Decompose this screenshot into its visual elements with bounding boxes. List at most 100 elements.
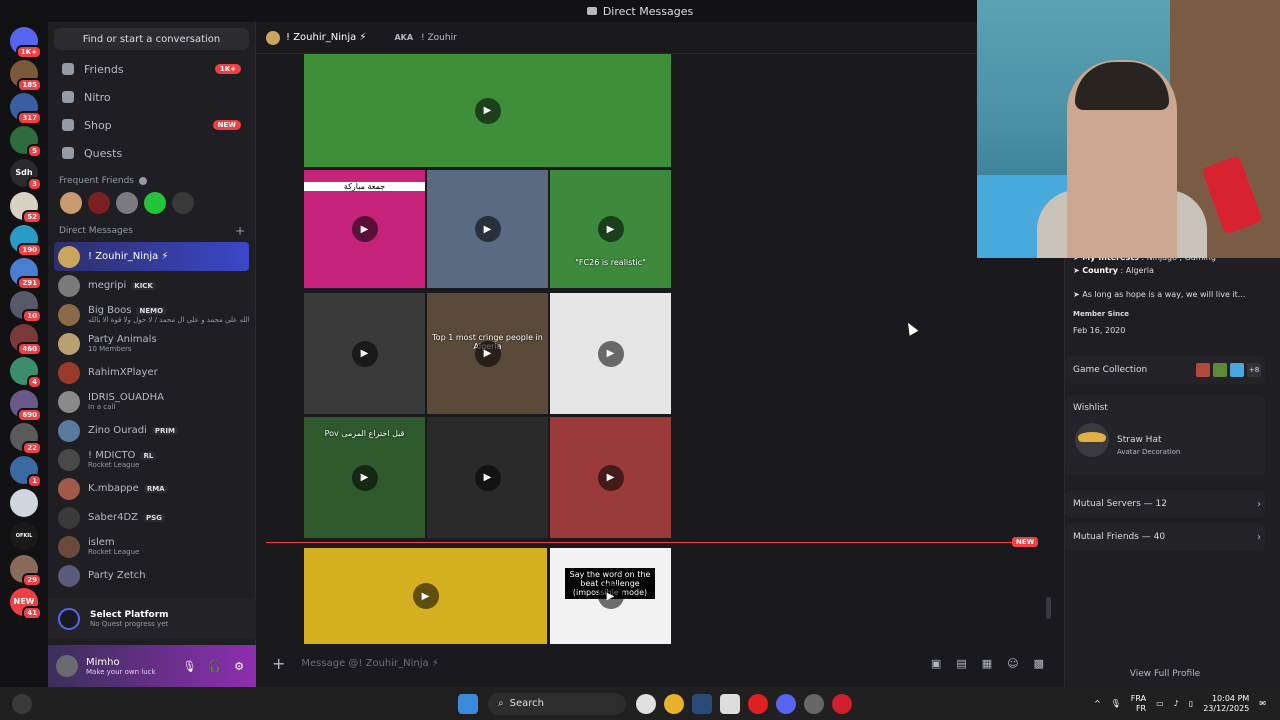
nav-item-quests[interactable]: Quests xyxy=(54,140,249,166)
video-attachment[interactable]: Pov قبل اختراع المرمى ▶ xyxy=(304,417,425,538)
avatar[interactable] xyxy=(172,192,194,214)
server-icon[interactable]: 317 xyxy=(10,93,42,125)
server-icon[interactable]: 690 xyxy=(10,390,42,422)
server-icon[interactable]: 10 xyxy=(10,291,42,323)
avatar[interactable] xyxy=(116,192,138,214)
play-icon[interactable]: ▶ xyxy=(597,583,624,609)
server-icon[interactable]: NEW 41 xyxy=(10,588,42,620)
dm-item[interactable]: Party Animals 10 Members xyxy=(54,329,249,358)
video-attachment[interactable]: ▶ xyxy=(427,170,548,288)
dm-item[interactable]: RahimXPlayer xyxy=(54,358,249,387)
dm-item[interactable]: ! Zouhir_Ninja ⚡ xyxy=(54,242,249,271)
opera-icon[interactable] xyxy=(748,693,768,714)
mutual-friends-row[interactable]: Mutual Friends — 40 › xyxy=(1065,523,1265,551)
find-conversation-button[interactable]: Find or start a conversation xyxy=(54,28,249,50)
message-input-placeholder[interactable]: Message @! Zouhir_Ninja ⚡ xyxy=(301,658,438,669)
mic-tray-icon[interactable]: 🎙 xyxy=(1111,699,1121,708)
dm-item[interactable]: islem Rocket League xyxy=(54,532,249,561)
chatgpt-icon[interactable] xyxy=(636,693,656,714)
play-icon[interactable]: ▶ xyxy=(597,464,624,491)
chevron-up-icon[interactable]: ^ xyxy=(1094,699,1101,708)
emoji-icon[interactable]: ☺ xyxy=(1007,657,1018,670)
server-icon[interactable]: Sdh 3 xyxy=(10,159,42,191)
video-attachment[interactable]: Top 1 most cringe people in Algeria▶ xyxy=(427,293,548,414)
avatar[interactable] xyxy=(88,192,110,214)
widgets-icon[interactable] xyxy=(12,693,32,714)
play-icon[interactable]: ▶ xyxy=(474,464,501,491)
gift-icon[interactable]: ▣ xyxy=(931,657,941,670)
avatar[interactable] xyxy=(56,655,78,677)
headphones-icon[interactable]: 🎧 xyxy=(208,660,222,673)
video-attachment[interactable]: ▶ xyxy=(550,417,671,538)
chat-scrollbar[interactable] xyxy=(1046,597,1051,619)
avatar[interactable] xyxy=(266,30,280,45)
nav-item-friends[interactable]: Friends 1K+ xyxy=(54,56,249,82)
video-attachment[interactable]: جمعة مباركة ▶ xyxy=(304,170,425,288)
recipient-name[interactable]: ! Zouhir_Ninja ⚡ xyxy=(286,32,366,43)
server-icon[interactable]: 29 xyxy=(10,555,42,587)
dm-item[interactable]: Zino Ouradi PRIM xyxy=(54,416,249,445)
server-icon[interactable]: 291 xyxy=(10,258,42,290)
notifications-icon[interactable]: ✉ xyxy=(1259,699,1266,708)
battery-icon[interactable]: ▯ xyxy=(1189,699,1193,708)
dm-item[interactable]: megripi KICK xyxy=(54,271,249,300)
play-icon[interactable]: ▶ xyxy=(412,583,439,609)
video-attachment[interactable]: ▶ xyxy=(550,293,671,414)
play-icon[interactable]: ▶ xyxy=(597,216,624,242)
video-attachment[interactable]: ▶ xyxy=(427,417,548,538)
clock[interactable]: 10:04 PM 23/12/2025 xyxy=(1203,694,1249,714)
avatar[interactable] xyxy=(60,192,82,214)
volume-icon[interactable]: ♪ xyxy=(1174,699,1179,708)
dm-item[interactable]: K.mbappe RMA xyxy=(54,474,249,503)
play-icon[interactable]: ▶ xyxy=(474,340,501,367)
steam-icon[interactable] xyxy=(692,693,712,714)
windows-start-icon[interactable] xyxy=(458,693,478,714)
discord-taskbar-icon[interactable] xyxy=(776,693,796,714)
play-icon[interactable]: ▶ xyxy=(351,340,378,367)
quest-platform-panel[interactable]: Select Platform No Quest progress yet xyxy=(48,599,256,639)
info-icon[interactable] xyxy=(138,177,147,185)
dm-item[interactable]: Saber4DZ PSG xyxy=(54,503,249,532)
video-attachment[interactable]: "FC26 is realistic" ▶ xyxy=(550,170,671,288)
nav-item-nitro[interactable]: Nitro xyxy=(54,84,249,110)
app-icon[interactable] xyxy=(804,693,824,714)
server-icon[interactable] xyxy=(10,489,38,517)
settings-gear-icon[interactable]: ⚙ xyxy=(234,660,244,673)
apps-icon[interactable]: ▩ xyxy=(1034,657,1044,670)
game-collection-card[interactable]: Game Collection +8 xyxy=(1065,356,1265,384)
avatar[interactable] xyxy=(144,192,166,214)
message-input[interactable]: + Message @! Zouhir_Ninja ⚡ ▣ ▤ ▦ ☺ ▩ xyxy=(266,650,1044,676)
server-icon[interactable]: 1 xyxy=(10,456,42,488)
new-dm-plus-icon[interactable]: + xyxy=(235,224,245,238)
server-icon[interactable]: 4 xyxy=(10,357,42,389)
app-icon[interactable] xyxy=(832,693,852,714)
server-icon[interactable]: 1K+ xyxy=(10,27,42,59)
taskbar-search[interactable]: ⌕ Search xyxy=(488,692,626,715)
play-icon[interactable]: ▶ xyxy=(351,216,378,242)
server-icon[interactable]: 22 xyxy=(10,423,42,455)
video-attachment[interactable]: Say the word on the beat challenge (impo… xyxy=(550,548,671,644)
microphone-icon[interactable]: 🎙 xyxy=(182,660,196,673)
mutual-servers-row[interactable]: Mutual Servers — 12 › xyxy=(1065,490,1265,518)
server-icon[interactable]: 52 xyxy=(10,192,42,224)
play-icon[interactable]: ▶ xyxy=(474,216,501,242)
server-icon[interactable]: 185 xyxy=(10,60,42,92)
play-icon[interactable]: ▶ xyxy=(351,464,378,491)
server-icon[interactable]: OFKIL TEAM xyxy=(10,522,38,567)
server-icon[interactable]: 5 xyxy=(10,126,42,158)
network-icon[interactable]: ▭ xyxy=(1156,699,1164,708)
language-indicator[interactable]: FRA FR xyxy=(1131,694,1146,714)
straw-hat-icon[interactable] xyxy=(1075,423,1109,457)
sticker-icon[interactable]: ▦ xyxy=(982,657,992,670)
dm-item[interactable]: Party Zetch xyxy=(54,561,249,590)
attach-plus-icon[interactable]: + xyxy=(272,654,285,673)
nav-item-shop[interactable]: Shop NEW xyxy=(54,112,249,138)
dm-item[interactable]: Big Boos NEMO صلى الله على محمد و على ال م… xyxy=(54,300,249,329)
app-icon[interactable] xyxy=(720,693,740,714)
dm-item[interactable]: ! MDICTO RL Rocket League xyxy=(54,445,249,474)
dm-item[interactable]: IDRIS_OUADHA In a call xyxy=(54,387,249,416)
view-full-profile-button[interactable]: View Full Profile xyxy=(1065,669,1265,679)
server-icon[interactable]: 460 xyxy=(10,324,42,356)
video-attachment[interactable]: ▶ xyxy=(304,548,547,644)
chrome-icon[interactable] xyxy=(664,693,684,714)
